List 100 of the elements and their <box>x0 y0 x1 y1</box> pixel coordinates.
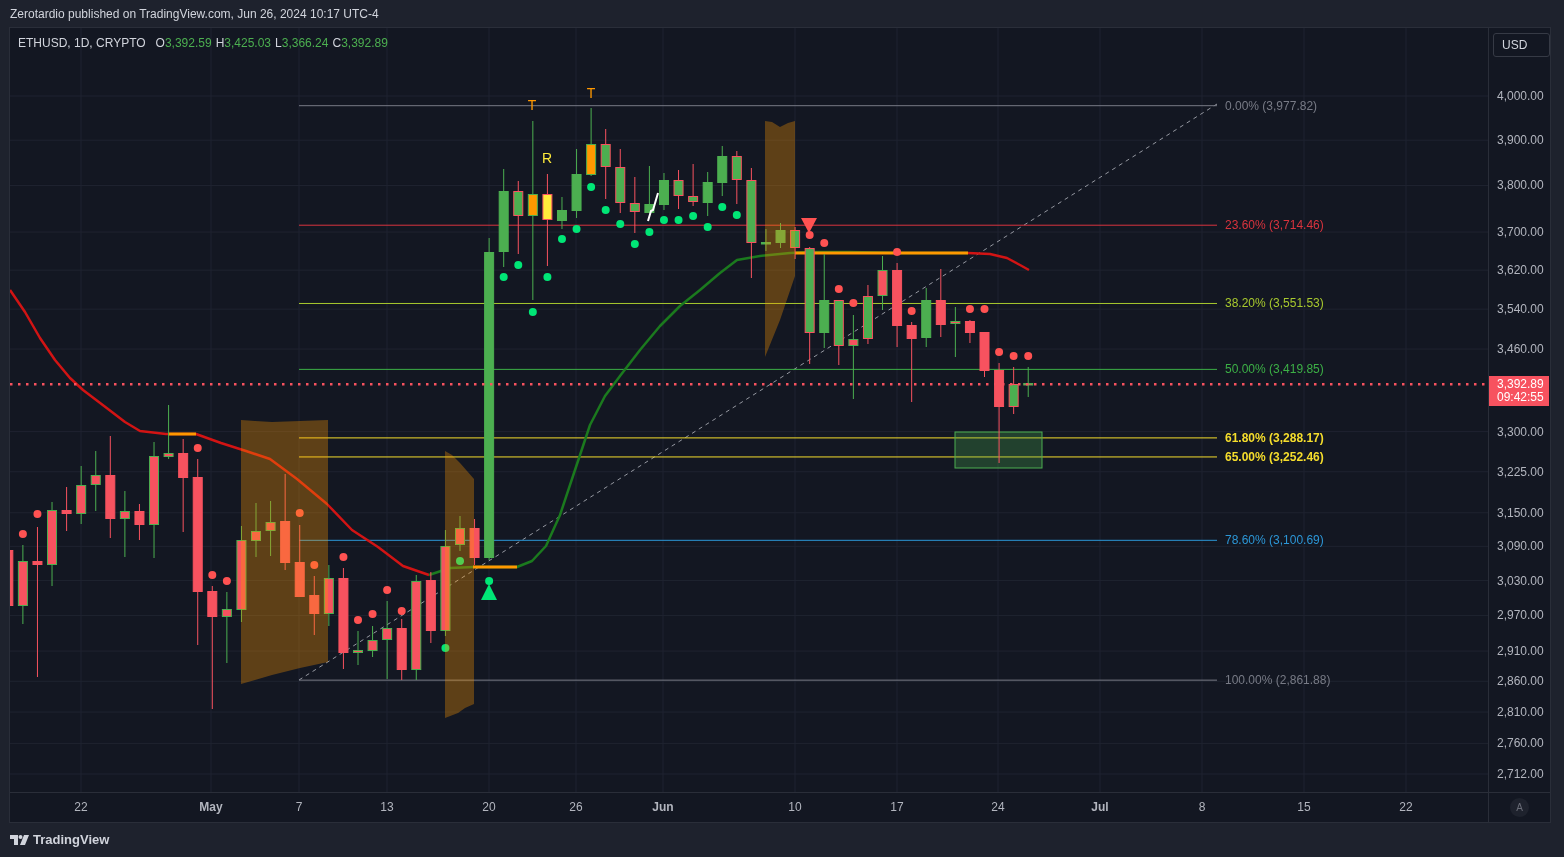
fib-level-label: 0.00% (3,977.82) <box>1225 98 1318 113</box>
candlestick <box>833 299 844 366</box>
dot-marker <box>659 216 668 224</box>
dot-marker <box>601 206 610 214</box>
dot-marker <box>616 220 625 228</box>
price-axis-label: 3,150.00 <box>1497 505 1544 520</box>
price-axis-label: 2,760.00 <box>1497 736 1544 751</box>
dot-marker <box>485 577 494 585</box>
candlestick <box>455 515 465 552</box>
fib-level-label: 50.00% (3,419.85) <box>1225 362 1324 377</box>
price-axis-label: 3,030.00 <box>1497 573 1544 588</box>
date-axis-label: 8 <box>1198 800 1206 814</box>
logo-icon <box>10 835 29 845</box>
candlestick <box>688 163 699 207</box>
candlestick <box>571 148 582 219</box>
candlestick <box>119 490 130 558</box>
candlestick <box>10 550 14 606</box>
fib-level-label: 61.80% (3,288.17) <box>1225 430 1324 445</box>
candlestick <box>1008 366 1019 415</box>
candlestick <box>469 518 480 566</box>
dot-marker <box>834 285 843 293</box>
date-axis-label: 17 <box>890 800 904 814</box>
ohlc-label: L <box>275 35 282 52</box>
price-axis-label: 2,712.00 <box>1497 767 1544 781</box>
candlestick <box>717 145 728 197</box>
candlestick <box>731 150 742 205</box>
ohlc-value: 3,425.03 <box>224 35 272 52</box>
candlestick <box>760 228 771 252</box>
price-axis-label: 3,800.00 <box>1497 178 1544 193</box>
fib-level-label: 100.00% (2,861.88) <box>1225 673 1331 688</box>
dot-marker <box>718 203 727 211</box>
dot-marker <box>1024 352 1033 360</box>
candlestick <box>862 284 873 345</box>
fib-level-label: 78.60% (3,100.69) <box>1225 533 1324 548</box>
date-axis-label: 15 <box>1297 800 1311 814</box>
dot-marker <box>689 212 698 220</box>
dot-marker <box>980 305 989 313</box>
ohlc-label: C <box>332 35 342 52</box>
price-axis-label: 2,910.00 <box>1497 644 1544 659</box>
pen-stroke <box>647 192 659 222</box>
dot-marker <box>572 225 581 233</box>
candlestick <box>251 502 261 558</box>
countdown-timer: 09:42:55 <box>1497 391 1544 405</box>
down-triangle-icon <box>801 218 817 233</box>
price-axis-label: 2,970.00 <box>1497 608 1544 623</box>
candlestick <box>309 575 320 636</box>
ohlc-value: 3,366.24 <box>281 35 329 52</box>
date-axis-label: 24 <box>991 800 1005 814</box>
date-axis-label: 20 <box>482 800 496 814</box>
dot-marker <box>499 273 508 281</box>
price-axis-label: 3,540.00 <box>1497 302 1544 317</box>
candlestick <box>265 500 276 557</box>
candlestick <box>658 172 669 211</box>
signal-letter: T <box>586 85 596 101</box>
date-axis-label: 22 <box>1399 800 1413 814</box>
fib-level-label: 65.00% (3,252.46) <box>1225 449 1324 464</box>
price-axis-label: 3,900.00 <box>1497 133 1544 148</box>
dot-marker <box>310 561 319 569</box>
signal-letter: T <box>527 97 537 113</box>
price-axis-label: 3,620.00 <box>1497 263 1544 278</box>
candlestick <box>600 128 611 200</box>
candlestick <box>629 176 640 234</box>
candlestick <box>76 465 87 525</box>
symbol-info: ETHUSD, 1D, CRYPTO <box>18 35 146 52</box>
candlestick <box>615 148 626 214</box>
candlestick <box>586 107 597 177</box>
dot-marker <box>295 509 304 517</box>
candlestick <box>790 226 801 260</box>
dot-marker <box>368 610 377 618</box>
candlestick <box>673 169 684 210</box>
ohlc-label: O <box>155 35 165 52</box>
dot-marker <box>703 223 712 231</box>
currency-button[interactable]: USD <box>1493 33 1550 57</box>
signal-letter: R <box>541 150 553 166</box>
date-axis-label: Jun <box>652 800 674 814</box>
dot-marker <box>587 183 596 191</box>
dot-marker <box>514 261 523 269</box>
dot-marker <box>907 307 916 315</box>
date-axis-label: Jul <box>1091 800 1109 814</box>
dot-marker <box>995 348 1004 356</box>
dot-marker <box>732 211 741 219</box>
dot-marker <box>630 240 639 248</box>
candlestick <box>61 486 72 532</box>
candlestick <box>775 222 786 249</box>
dot-marker <box>222 577 231 585</box>
ohlc-label: H <box>215 35 225 52</box>
dot-marker <box>1009 352 1018 360</box>
dot-marker <box>354 616 362 624</box>
publish-info: Zerotardio published on TradingView.com, Jun 26, 2024 10:17 UTC-4 <box>10 5 379 23</box>
candlestick <box>877 255 888 311</box>
price-axis-label: 2,860.00 <box>1497 674 1544 689</box>
ohlc-value: 3,392.89 <box>341 35 388 52</box>
candlestick <box>134 503 145 541</box>
fib-level-label: 23.60% (3,714.46) <box>1225 218 1324 233</box>
dot-marker <box>18 530 27 538</box>
level-line <box>473 565 517 569</box>
dot-marker <box>456 557 464 565</box>
dot-marker <box>965 305 974 313</box>
candlestick <box>1023 366 1034 398</box>
dot-marker <box>893 248 902 256</box>
